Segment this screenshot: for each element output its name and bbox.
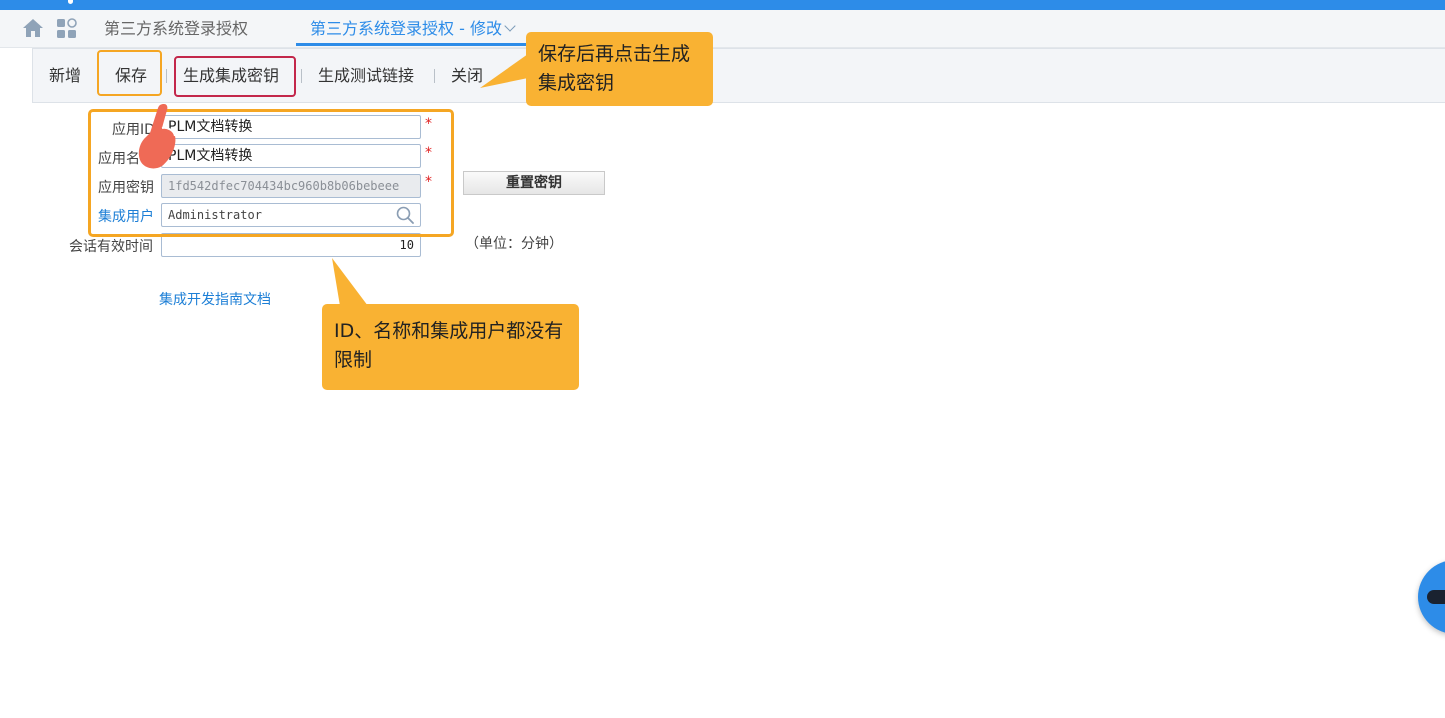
integration-guide-link[interactable]: 集成开发指南文档 (159, 289, 271, 309)
callout-pointer (480, 54, 528, 88)
floating-assistant-icon (1427, 590, 1445, 604)
save-highlight-box (97, 50, 162, 96)
callout-pointer (332, 258, 368, 306)
pointing-hand-icon (138, 104, 176, 169)
top-bar-marker (68, 0, 73, 4)
top-accent-bar (0, 0, 1445, 10)
generate-test-link-button[interactable]: 生成测试链接 (318, 49, 414, 104)
tab-bar: 第三方系统登录授权 第三方系统登录授权 - 修改 (0, 10, 1445, 48)
tab-label: 第三方系统登录授权 (104, 19, 249, 38)
reset-key-button[interactable]: 重置密钥 (463, 171, 605, 195)
home-icon[interactable] (22, 18, 44, 38)
session-timeout-label: 会话有效时间 (69, 239, 153, 255)
callout-save-first: 保存后再点击生成集成密钥 (526, 32, 713, 106)
close-button[interactable]: 关闭 (451, 49, 483, 104)
unit-label: （单位：分钟） (465, 236, 563, 252)
toolbar-divider (434, 69, 435, 83)
apps-icon[interactable] (56, 18, 78, 40)
new-button[interactable]: 新增 (49, 49, 81, 104)
tab-label: 第三方系统登录授权 - 修改 (310, 19, 502, 38)
generate-key-highlight-box (174, 56, 296, 97)
chevron-down-icon[interactable] (504, 20, 516, 32)
callout-no-limits: ID、名称和集成用户都没有限制 (322, 304, 579, 390)
tab-authorization-edit[interactable]: 第三方系统登录授权 - 修改 (296, 10, 548, 46)
toolbar-divider (166, 69, 167, 83)
toolbar-divider (301, 69, 302, 83)
tab-authorization-list[interactable]: 第三方系统登录授权 (104, 10, 248, 48)
